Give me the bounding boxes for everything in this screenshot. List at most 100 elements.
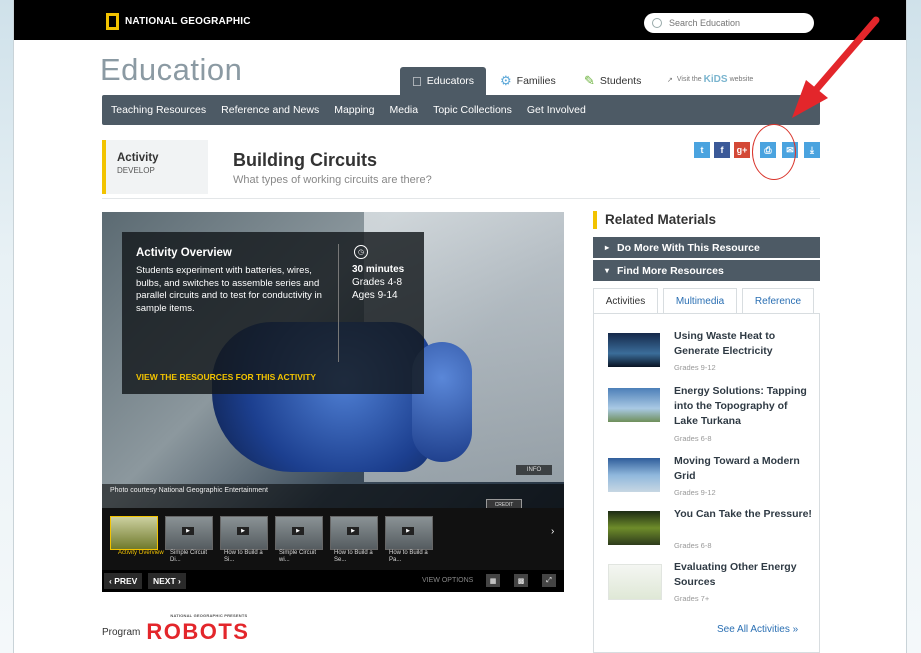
overview-ages: Ages 9-14 bbox=[352, 289, 398, 301]
nav-teaching-resources[interactable]: Teaching Resources bbox=[111, 104, 206, 116]
fullscreen-icon[interactable]: ⤢ bbox=[542, 574, 556, 587]
tab-educators[interactable]:  Educators bbox=[400, 67, 487, 95]
natgeo-logo[interactable]: NATIONAL GEOGRAPHIC bbox=[106, 10, 251, 32]
accordion-do-more[interactable]: ▸ Do More With This Resource bbox=[593, 237, 820, 258]
page: NATIONAL GEOGRAPHIC Education  Educator… bbox=[14, 0, 906, 653]
page-title: Building Circuits bbox=[233, 150, 377, 170]
item-title[interactable]: Using Waste Heat to Generate Electricity bbox=[674, 329, 814, 359]
tab-multimedia[interactable]: Multimedia bbox=[663, 288, 737, 314]
nav-reference-and-news[interactable]: Reference and News bbox=[221, 104, 319, 116]
annotation-circle bbox=[752, 124, 796, 180]
thumbnail-simple-circuit-diagram[interactable]: ▶ bbox=[165, 516, 213, 550]
item-title[interactable]: Energy Solutions: Tapping into the Topog… bbox=[674, 384, 814, 429]
pencil-icon: ✎ bbox=[584, 73, 595, 88]
activity-overview-panel: Activity Overview Students experiment wi… bbox=[122, 232, 424, 394]
overview-duration: 30 minutes bbox=[352, 264, 405, 275]
overview-description: Students experiment with batteries, wire… bbox=[136, 265, 322, 314]
nav-topic-collections[interactable]: Topic Collections bbox=[433, 104, 512, 116]
view-resources-link[interactable]: VIEW THE RESOURCES FOR THIS ACTIVITY bbox=[136, 372, 316, 382]
facebook-icon[interactable]: f bbox=[714, 142, 730, 158]
thumbnail-label: Activity Overview bbox=[118, 550, 164, 556]
download-icon[interactable]: ⤓ bbox=[804, 142, 820, 158]
thumbnail-label: Simple Circuit Di... bbox=[170, 550, 208, 563]
site-title[interactable]: Education bbox=[100, 52, 242, 88]
main-nav: Teaching Resources Reference and News Ma… bbox=[102, 95, 820, 125]
tab-families[interactable]: ⚙ Families bbox=[500, 67, 556, 95]
thumbnail-image bbox=[608, 564, 662, 600]
nav-get-involved[interactable]: Get Involved bbox=[527, 104, 586, 116]
slide-icon: ▶ bbox=[292, 527, 304, 535]
next-button[interactable]: NEXT › bbox=[148, 573, 186, 589]
nav-media[interactable]: Media bbox=[389, 104, 418, 116]
brand-name: NATIONAL GEOGRAPHIC bbox=[125, 15, 251, 27]
thumbnail-image bbox=[608, 511, 660, 545]
kids-suffix: website bbox=[729, 76, 754, 83]
tab-reference[interactable]: Reference bbox=[742, 288, 814, 314]
slide-view-icon[interactable]: ▩ bbox=[514, 574, 528, 587]
overview-audience: Grades 4-8 Ages 9-14 bbox=[352, 277, 402, 302]
overview-heading: Activity Overview bbox=[136, 247, 232, 259]
accordion-find-more[interactable]: ▾ Find More Resources bbox=[593, 260, 820, 281]
external-link-icon: ↗ bbox=[667, 76, 673, 84]
robots-logo-tagline: NATIONAL GEOGRAPHIC PRESENTS bbox=[170, 613, 248, 618]
slide-icon: ▶ bbox=[182, 527, 194, 535]
item-title[interactable]: You Can Take the Pressure! bbox=[674, 507, 814, 522]
thumbnail-how-to-build-parallel[interactable]: ▶ bbox=[385, 516, 433, 550]
thumbnail-label: How to Build a Se... bbox=[334, 550, 373, 563]
thumbnail-image bbox=[608, 333, 660, 367]
activity-stage: DEVELOP bbox=[117, 166, 155, 175]
thumbnail-label: How to Build a Pa... bbox=[389, 550, 428, 563]
tab-label: Students bbox=[599, 75, 642, 87]
grid-view-icon[interactable]: ▦ bbox=[486, 574, 500, 587]
slideshow-controls: ‹ PREV NEXT › VIEW OPTIONS ▦ ▩ ⤢ bbox=[102, 570, 564, 592]
strip-next-arrow-icon[interactable]: › bbox=[551, 526, 554, 537]
tab-label: Educators bbox=[417, 75, 474, 87]
caret-down-icon: ▾ bbox=[605, 266, 610, 275]
item-title[interactable]: Moving Toward a Modern Grid bbox=[674, 454, 814, 484]
nav-mapping[interactable]: Mapping bbox=[334, 104, 374, 116]
item-grades: Grades 9-12 bbox=[674, 363, 716, 372]
item-grades: Grades 9-12 bbox=[674, 488, 716, 497]
tab-students[interactable]: ✎ Students bbox=[584, 67, 641, 95]
search-input[interactable] bbox=[667, 17, 801, 29]
program-label: Program bbox=[102, 626, 141, 638]
related-tabs: Activities Multimedia Reference bbox=[593, 288, 820, 314]
slide-icon: ▶ bbox=[402, 527, 414, 535]
thumbnail-label: How to Build a Si... bbox=[224, 550, 263, 563]
item-title[interactable]: Evaluating Other Energy Sources bbox=[674, 560, 814, 590]
info-button[interactable]: INFO bbox=[516, 465, 552, 475]
tab-label: Families bbox=[516, 75, 556, 87]
activity-slideshow: Activity Overview Students experiment wi… bbox=[102, 212, 564, 592]
yellow-border-logo-icon bbox=[106, 12, 119, 30]
related-materials-heading: Related Materials bbox=[605, 212, 717, 227]
thumbnail-how-to-build-series[interactable]: ▶ bbox=[330, 516, 378, 550]
kids-link[interactable]: ↗ Visit the KiDS website bbox=[667, 74, 753, 85]
kids-logo: KiDS bbox=[703, 74, 728, 85]
twitter-icon[interactable]: t bbox=[694, 142, 710, 158]
activity-type: Activity bbox=[117, 152, 159, 164]
program-block: Program NATIONAL GEOGRAPHIC PRESENTS ROB… bbox=[102, 613, 250, 645]
search-box[interactable] bbox=[644, 13, 814, 33]
see-all-activities-link[interactable]: See All Activities » bbox=[717, 624, 798, 635]
divider bbox=[102, 198, 820, 199]
google-plus-icon[interactable]: g+ bbox=[734, 142, 750, 158]
thumbnail-simple-circuit-with[interactable]: ▶ bbox=[275, 516, 323, 550]
program-name: ROBOTS bbox=[146, 619, 250, 644]
activity-type-label: Activity DEVELOP bbox=[102, 140, 208, 194]
slide-icon: ▶ bbox=[347, 527, 359, 535]
overview-divider bbox=[338, 244, 339, 362]
kids-prefix: Visit the bbox=[676, 76, 702, 83]
item-grades: Grades 6-8 bbox=[674, 541, 712, 550]
thumbnail-image bbox=[608, 458, 660, 492]
view-options-label: VIEW OPTIONS bbox=[422, 577, 474, 584]
tab-activities[interactable]: Activities bbox=[593, 288, 658, 314]
related-accent-bar bbox=[593, 211, 597, 229]
prev-button[interactable]: ‹ PREV bbox=[104, 573, 143, 589]
thumbnail-activity-overview[interactable] bbox=[110, 516, 158, 550]
item-grades: Grades 7+ bbox=[674, 594, 710, 603]
accordion-label: Find More Resources bbox=[617, 264, 724, 277]
thumbnail-how-to-build-simple[interactable]: ▶ bbox=[220, 516, 268, 550]
thumbnail-label: Simple Circuit wi... bbox=[279, 550, 317, 563]
accordion-label: Do More With This Resource bbox=[617, 241, 760, 254]
robots-logo[interactable]: NATIONAL GEOGRAPHIC PRESENTS ROBOTS bbox=[146, 613, 250, 645]
